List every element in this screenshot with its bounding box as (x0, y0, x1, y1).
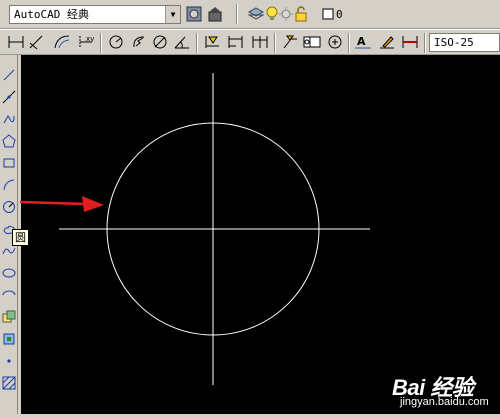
diameter-icon[interactable] (150, 32, 170, 52)
workspace-select-value: AutoCAD 经典 (14, 8, 89, 21)
rectangle-icon[interactable] (0, 153, 17, 172)
circle-icon[interactable] (0, 197, 17, 216)
toolbar-separator (236, 4, 238, 24)
svg-text:A: A (357, 35, 366, 48)
dimstyle-select[interactable]: ISO-25 (429, 33, 500, 52)
toolbar-separator (196, 33, 198, 53)
quick-leader-icon[interactable] (280, 32, 300, 52)
tolerance-icon[interactable] (302, 32, 322, 52)
polygon-icon[interactable] (0, 131, 17, 150)
polyline-icon[interactable] (0, 109, 17, 128)
continue-icon[interactable] (250, 32, 270, 52)
color-swatch-icon[interactable] (318, 4, 338, 24)
angular-icon[interactable] (172, 32, 192, 52)
svg-text:xy: xy (86, 35, 94, 43)
watermark-url: jingyan.baidu.com (400, 396, 489, 408)
red-arrow-icon (19, 196, 104, 212)
workspace-settings-icon[interactable] (184, 4, 204, 24)
construction-line-icon[interactable] (0, 87, 17, 106)
toolbar-separator (274, 33, 276, 53)
layer-value[interactable]: 0 (336, 8, 343, 21)
aligned-dimension-icon[interactable] (27, 32, 47, 52)
toolbar-separator (348, 33, 350, 53)
baseline-icon[interactable] (226, 32, 246, 52)
dimension-edit-icon[interactable]: A (353, 32, 373, 52)
quick-dimension-icon[interactable] (202, 32, 222, 52)
workspace-select[interactable]: AutoCAD 经典 ▼ (9, 5, 181, 24)
insert-block-icon[interactable] (0, 307, 17, 326)
linear-dimension-icon[interactable] (6, 32, 26, 52)
dimension-text-edit-icon[interactable] (377, 32, 397, 52)
arc-length-icon[interactable] (52, 32, 72, 52)
my-workspace-icon[interactable] (205, 4, 225, 24)
radius-icon[interactable] (106, 32, 126, 52)
line-icon[interactable] (0, 65, 17, 84)
toolbar-separator (424, 33, 426, 53)
ellipse-arc-icon[interactable] (0, 285, 17, 304)
drawing-svg (59, 73, 370, 385)
dimstyle-select-value: ISO-25 (434, 36, 474, 49)
workspace-toolbar: AutoCAD 经典 ▼ 0 (0, 0, 500, 29)
chevron-down-icon[interactable]: ▼ (165, 6, 180, 23)
drawing-canvas[interactable] (21, 55, 500, 414)
make-block-icon[interactable] (0, 329, 17, 348)
ordinate-icon[interactable]: xy (76, 32, 96, 52)
ellipse-icon[interactable] (0, 263, 17, 282)
point-icon[interactable] (0, 351, 17, 370)
baidu-jingyan-watermark: Bai 经验 jingyan.baidu.com (392, 368, 500, 414)
hatch-icon[interactable] (0, 373, 17, 392)
circle-tooltip: 圆 (12, 229, 29, 246)
center-mark-icon[interactable] (325, 32, 345, 52)
jogged-icon[interactable] (129, 32, 149, 52)
dimension-update-icon[interactable] (400, 32, 420, 52)
toolbar-separator (100, 33, 102, 53)
dimension-toolbar: xy A ISO-25 (0, 29, 500, 55)
arc-icon[interactable] (0, 175, 17, 194)
lock-icon[interactable] (291, 4, 311, 24)
